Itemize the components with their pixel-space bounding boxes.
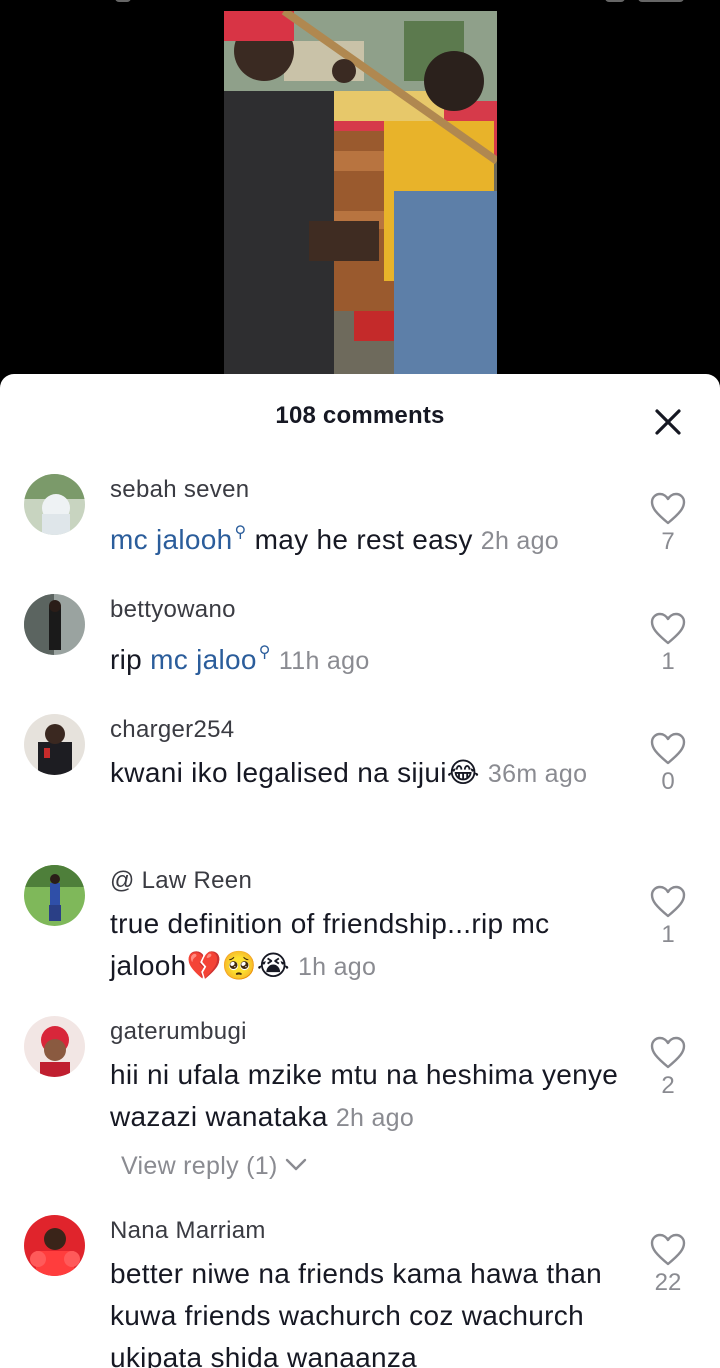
avatar[interactable]: [24, 1215, 85, 1276]
like-count: 22: [654, 1269, 682, 1296]
comment-username[interactable]: Nana Marriam: [110, 1217, 266, 1245]
comment-text: mc jalooh ⚲ may he rest easy 2h ago: [110, 524, 560, 555]
like-count: 1: [661, 921, 675, 948]
like-count: 1: [661, 648, 675, 675]
like-button[interactable]: 1: [648, 885, 688, 949]
comments-sheet: 108 comments sebah seven mc jalooh ⚲ may …: [0, 374, 720, 1368]
comment-text: kwani iko legalised na sijui😂 36m ago: [110, 757, 588, 788]
comment-time: 2h ago: [480, 527, 560, 555]
comment-time: 11h ago: [278, 647, 370, 675]
comment-username[interactable]: sebah seven: [110, 476, 249, 504]
user-mention[interactable]: mc jaloo ⚲: [150, 644, 271, 675]
heart-icon: [650, 1036, 686, 1069]
close-button[interactable]: [648, 402, 688, 442]
chevron-down-icon: [285, 1158, 307, 1171]
search-icon: ⚲: [234, 524, 247, 541]
comment-time: 2h ago: [335, 1104, 415, 1132]
comment-username[interactable]: bettyowano: [110, 596, 236, 624]
avatar[interactable]: [24, 474, 85, 535]
search-icon: ⚲: [258, 644, 271, 661]
comment-time: 36m ago: [487, 760, 588, 788]
like-button[interactable]: 1: [648, 612, 688, 676]
video-frame[interactable]: [224, 11, 497, 375]
heart-icon: [650, 612, 686, 645]
avatar[interactable]: [24, 1016, 85, 1077]
like-button[interactable]: 7: [648, 492, 688, 556]
status-bar-glyph: [605, 0, 625, 2]
comment-time: 1h ago: [297, 953, 377, 981]
comment-username[interactable]: @ Law Reen: [110, 867, 252, 895]
heart-icon: [650, 1233, 686, 1266]
comment-text: hii ni ufala mzike mtu na heshima yenye …: [110, 1059, 619, 1132]
view-replies-button[interactable]: View reply (1): [121, 1152, 307, 1181]
comments-count-title: 108 comments: [275, 402, 445, 429]
avatar[interactable]: [24, 714, 85, 775]
comment-username[interactable]: gaterumbugi: [110, 1018, 247, 1046]
like-count: 0: [661, 768, 675, 795]
like-count: 7: [661, 528, 675, 555]
heart-icon: [650, 732, 686, 765]
comment-text: true definition of friendship...rip mc j…: [110, 908, 550, 981]
video-player[interactable]: [0, 0, 720, 380]
like-button[interactable]: 2: [648, 1036, 688, 1100]
avatar[interactable]: [24, 594, 85, 655]
like-button[interactable]: 22: [648, 1233, 688, 1297]
close-icon: [655, 409, 681, 435]
user-mention[interactable]: mc jalooh ⚲: [110, 524, 247, 555]
comment-text: rip mc jaloo ⚲ 11h ago: [110, 644, 370, 675]
status-bar-glyph: [115, 0, 131, 2]
comment-text: better niwe na friends kama hawa than ku…: [110, 1258, 603, 1368]
like-button[interactable]: 0: [648, 732, 688, 796]
heart-icon: [650, 885, 686, 918]
heart-icon: [650, 492, 686, 525]
comment-username[interactable]: charger254: [110, 716, 234, 744]
avatar[interactable]: [24, 865, 85, 926]
like-count: 2: [661, 1072, 675, 1099]
video-thumbnail: [224, 11, 497, 375]
battery-icon: [638, 0, 684, 2]
